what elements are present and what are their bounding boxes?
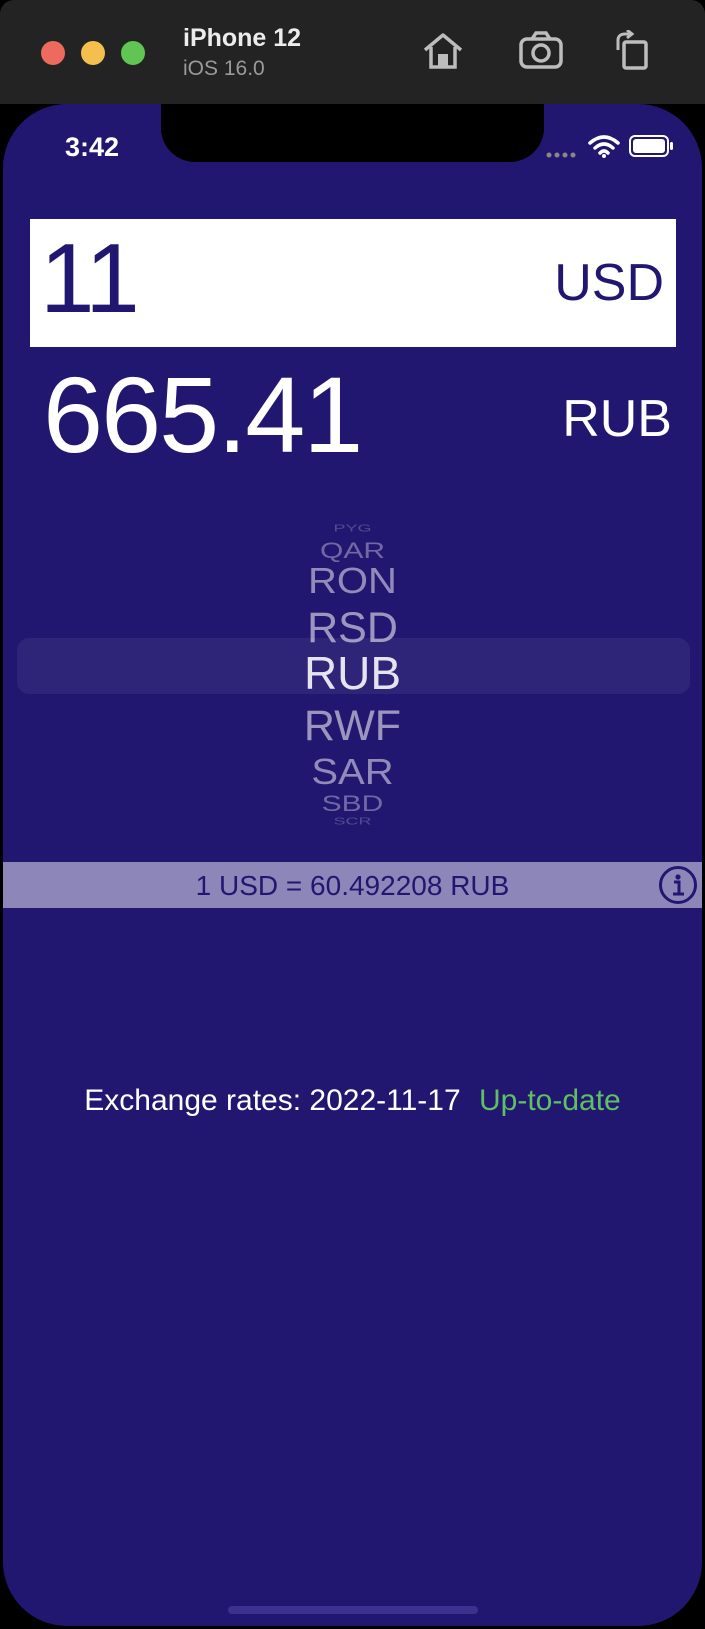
input-currency[interactable]: USD	[554, 253, 664, 313]
exchange-rate-text: 1 USD = 60.492208 RUB	[195, 870, 510, 901]
device-name: iPhone 12	[183, 24, 302, 52]
result-currency[interactable]: RUB	[562, 389, 672, 449]
close-window-button[interactable]	[41, 41, 65, 65]
picker-item-selected[interactable]: RUB	[3, 646, 702, 700]
simulator-toolbar: iPhone 12 iOS 16.0	[0, 0, 705, 104]
result-amount: 665.41	[43, 354, 363, 475]
input-amount: 11	[40, 223, 140, 333]
wifi-icon	[588, 135, 620, 158]
picker-item[interactable]: PYG	[3, 523, 702, 535]
notch	[161, 104, 544, 162]
picker-item[interactable]: RON	[3, 561, 702, 602]
rates-status: Up-to-date	[478, 1084, 621, 1117]
picker-item[interactable]: RWF	[3, 702, 702, 751]
home-indicator[interactable]	[228, 1606, 478, 1614]
signal-dots-icon	[546, 152, 576, 158]
screenshot-icon[interactable]	[518, 30, 564, 72]
home-icon[interactable]	[420, 30, 466, 72]
picker-item[interactable]: SAR	[3, 752, 702, 793]
rates-date-label: Exchange rates: 2022-11-17	[84, 1084, 461, 1117]
minimize-window-button[interactable]	[81, 41, 105, 65]
picker-item[interactable]: SCR	[3, 816, 702, 828]
rates-footer: Exchange rates: 2022-11-17 Up-to-date	[3, 1084, 702, 1118]
picker-item[interactable]: SBD	[3, 791, 702, 817]
battery-icon	[629, 135, 673, 157]
status-time: 3:42	[65, 132, 120, 162]
rotate-icon[interactable]	[610, 30, 656, 72]
os-version: iOS 16.0	[183, 57, 265, 80]
info-icon[interactable]	[658, 865, 698, 905]
exchange-rate-bar: 1 USD = 60.492208 RUB	[3, 862, 702, 908]
zoom-window-button[interactable]	[121, 41, 145, 65]
currency-picker[interactable]: PYG QAR RON RSD RUB RWF SAR SBD SCR	[3, 514, 702, 844]
device-screen: 3:42 11 USD 665.41 RUB PYG QAR RON RSD R…	[3, 104, 702, 1626]
amount-input[interactable]: 11 USD	[30, 219, 676, 347]
picker-item[interactable]: QAR	[3, 538, 702, 564]
